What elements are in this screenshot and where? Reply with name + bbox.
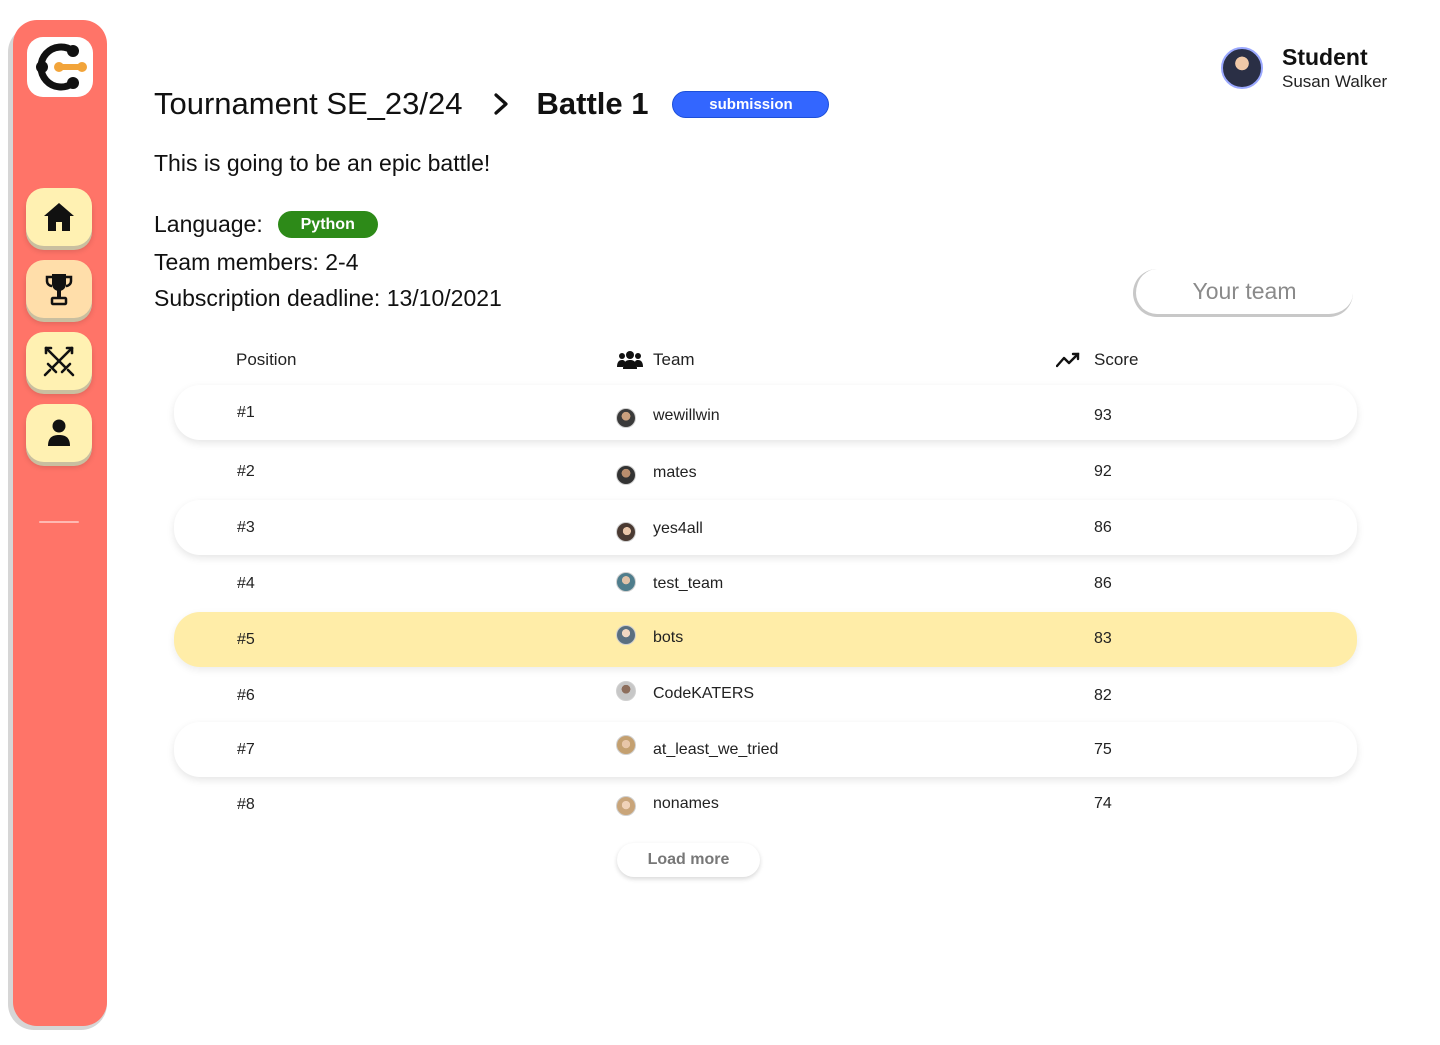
avatar — [1221, 47, 1263, 89]
team-avatar — [616, 522, 636, 542]
breadcrumb: Tournament SE_23/24 Battle 1 submission — [154, 84, 830, 124]
row-team: at_least_we_tried — [616, 735, 778, 759]
row-score: 74 — [1094, 795, 1112, 812]
row-position: #7 — [237, 741, 255, 758]
row-team: nonames — [616, 792, 719, 816]
sidebar — [13, 20, 107, 1026]
team-avatar — [616, 796, 636, 816]
user-role: Student — [1282, 44, 1368, 70]
users-icon — [617, 351, 643, 369]
row-team: bots — [616, 625, 683, 647]
row-score: 86 — [1094, 519, 1112, 536]
row-position: #6 — [237, 687, 255, 704]
subscription-deadline: Subscription deadline: 13/10/2021 — [154, 285, 502, 311]
team-avatar — [616, 625, 636, 645]
column-header-position: Position — [236, 350, 297, 369]
status-badge: submission — [672, 90, 830, 118]
row-team: CodeKATERS — [616, 681, 754, 703]
nav-battles-button[interactable] — [26, 332, 92, 390]
row-score: 82 — [1094, 687, 1112, 704]
team-avatar — [616, 681, 636, 701]
nav-profile-button[interactable] — [26, 404, 92, 462]
language-label: Language: — [154, 211, 263, 237]
table-row-own-team[interactable]: #5 bots 83 — [174, 612, 1357, 667]
language-row: Language: Python — [154, 211, 378, 238]
your-team-button[interactable]: Your team — [1133, 269, 1353, 317]
row-position: #5 — [237, 631, 255, 648]
table-row[interactable]: #4 test_team 86 — [174, 556, 1357, 611]
team-avatar — [616, 465, 636, 485]
user-profile[interactable]: Student Susan Walker — [1221, 43, 1387, 93]
battle-description: This is going to be an epic battle! — [154, 150, 491, 176]
load-more-button[interactable]: Load more — [617, 843, 760, 877]
breadcrumb-tournament-link[interactable]: Tournament SE_23/24 — [154, 86, 463, 122]
table-row[interactable]: #6 CodeKATERS 82 — [174, 668, 1357, 723]
user-icon — [48, 419, 70, 446]
team-avatar — [616, 408, 636, 428]
table-row[interactable]: #3 yes4all 86 — [174, 500, 1357, 555]
row-team: yes4all — [616, 516, 703, 542]
table-row[interactable]: #2 mates 92 — [174, 444, 1357, 499]
row-position: #3 — [237, 519, 255, 536]
row-score: 75 — [1094, 741, 1112, 758]
row-position: #8 — [237, 796, 255, 813]
team-avatar — [616, 735, 636, 755]
column-header-team: Team — [617, 350, 695, 370]
trophy-icon — [45, 274, 73, 306]
column-header-score: Score — [1056, 350, 1138, 370]
row-score: 93 — [1094, 407, 1112, 424]
table-row[interactable]: #1 wewillwin 93 — [174, 385, 1357, 440]
team-members-info: Team members: 2-4 — [154, 249, 359, 275]
user-name: Susan Walker — [1282, 72, 1388, 91]
row-position: #2 — [237, 463, 255, 480]
row-position: #1 — [237, 404, 255, 421]
codekata-logo-icon[interactable] — [27, 37, 93, 97]
nav-home-button[interactable] — [26, 188, 92, 246]
row-score: 86 — [1094, 575, 1112, 592]
battle-page: Tournament SE_23/24 Battle 1 submission … — [0, 0, 1440, 1045]
sidebar-divider — [39, 521, 79, 523]
chevron-right-icon — [493, 93, 509, 115]
trend-icon — [1056, 352, 1080, 368]
row-team: test_team — [616, 572, 723, 593]
table-row[interactable]: #8 nonames 74 — [174, 776, 1357, 831]
row-team: wewillwin — [616, 404, 720, 428]
team-avatar — [616, 572, 636, 592]
page-title: Battle 1 — [536, 86, 649, 121]
swords-icon — [43, 346, 75, 377]
row-team: mates — [616, 461, 697, 485]
nav-tournaments-button[interactable] — [26, 260, 92, 318]
table-row[interactable]: #7 at_least_we_tried 75 — [174, 722, 1357, 777]
language-badge: Python — [277, 211, 378, 238]
row-score: 83 — [1094, 630, 1112, 647]
row-score: 92 — [1094, 463, 1112, 480]
home-icon — [44, 203, 74, 231]
row-position: #4 — [237, 575, 255, 592]
